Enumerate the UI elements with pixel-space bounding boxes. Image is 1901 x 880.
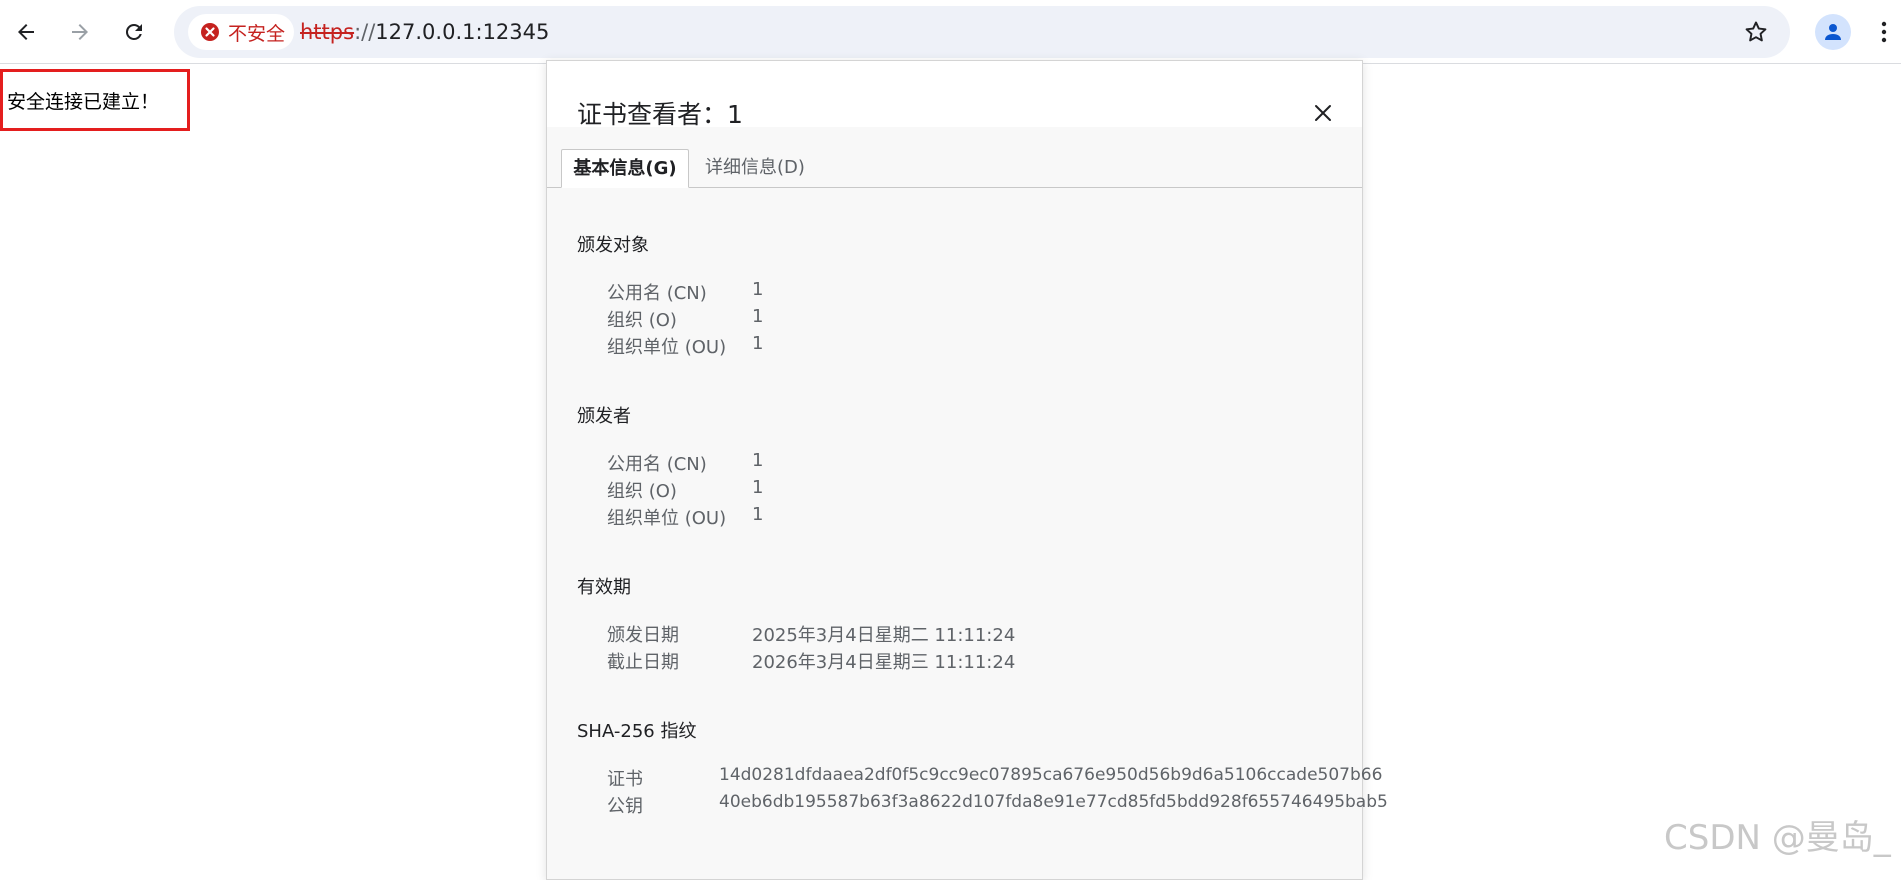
url-text[interactable]: https://127.0.0.1:12345	[300, 6, 549, 58]
dialog-title: 证书查看者：1	[577, 100, 743, 129]
field-label: 公钥	[607, 796, 643, 817]
validity-heading: 有效期	[577, 577, 631, 598]
star-outline-icon	[1745, 21, 1767, 42]
field-value: 2025年3月4日星期二 11:11:24	[752, 625, 1016, 646]
dialog-header: 证书查看者：1	[547, 61, 1362, 129]
field-value: 1	[752, 333, 764, 354]
field-label: 组织 (O)	[607, 481, 677, 502]
security-label: 不安全	[228, 22, 286, 45]
field-value: 1	[752, 504, 764, 525]
field-label: 组织单位 (OU)	[607, 337, 727, 358]
close-button[interactable]	[1307, 97, 1339, 129]
tab-details[interactable]: 详细信息(D)	[705, 149, 805, 187]
field-label: 颁发日期	[607, 625, 679, 646]
field-label: 公用名 (CN)	[607, 454, 707, 475]
field-label: 截止日期	[607, 652, 679, 673]
url-host: 127.0.0.1:12345	[375, 20, 550, 44]
issued-to-heading: 颁发对象	[577, 235, 649, 256]
address-bar[interactable]: 不安全 https://127.0.0.1:12345	[174, 6, 1790, 58]
security-chip[interactable]: 不安全	[188, 14, 294, 50]
field-value: 14d0281dfdaaea2df0f5c9cc9ec07895ca676e95…	[719, 765, 1383, 785]
tab-bar: 基本信息(G) 详细信息(D)	[547, 149, 1362, 188]
watermark: CSDN @曼岛_	[1664, 818, 1891, 858]
tab-general[interactable]: 基本信息(G)	[561, 149, 689, 188]
browser-menu-button[interactable]	[1874, 14, 1894, 50]
issued-by-heading: 颁发者	[577, 406, 631, 427]
arrow-left-icon	[18, 24, 34, 40]
field-label: 组织 (O)	[607, 310, 677, 331]
error-circle-icon	[200, 22, 220, 42]
field-value: 40eb6db195587b63f3a8622d107fda8e91e77cd8…	[719, 792, 1388, 812]
field-value: 1	[752, 306, 764, 327]
reload-button[interactable]	[114, 12, 154, 52]
field-label: 证书	[607, 769, 643, 790]
page-message-box: 安全连接已建立！	[0, 69, 190, 131]
kebab-menu-icon	[1881, 21, 1887, 43]
field-label: 组织单位 (OU)	[607, 508, 727, 529]
close-icon	[1315, 105, 1331, 121]
field-value: 2026年3月4日星期三 11:11:24	[752, 652, 1016, 673]
field-value: 1	[752, 477, 764, 498]
url-scheme: https	[300, 20, 355, 44]
url-separator: ://	[354, 20, 376, 44]
field-value: 1	[752, 279, 764, 300]
back-button[interactable]	[6, 12, 46, 52]
person-icon	[1825, 24, 1841, 40]
page-message: 安全连接已建立！	[7, 91, 160, 113]
browser-toolbar: 不安全 https://127.0.0.1:12345	[0, 0, 1901, 64]
certificate-viewer-dialog: 证书查看者：1 基本信息(G) 详细信息(D) 颁发对象 公用名 (CN) 1 …	[546, 60, 1388, 880]
arrow-right-icon	[72, 24, 88, 40]
fingerprint-heading: SHA-256 指纹	[577, 721, 697, 742]
field-value: 1	[752, 450, 764, 471]
profile-button[interactable]	[1815, 14, 1851, 50]
reload-icon	[125, 23, 142, 40]
field-label: 公用名 (CN)	[607, 283, 707, 304]
forward-button[interactable]	[60, 12, 100, 52]
bookmark-button[interactable]	[1742, 18, 1770, 46]
